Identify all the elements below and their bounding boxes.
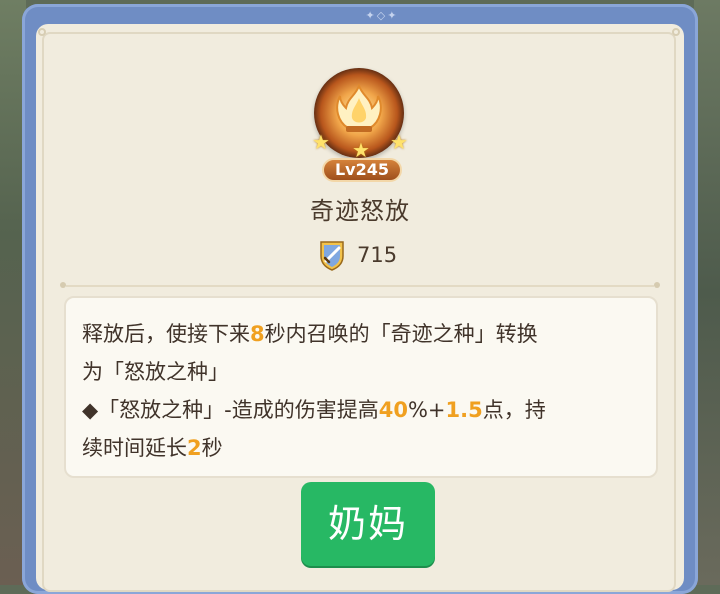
description-line: 释放后，使接下来8秒内召唤的「奇迹之种」转换 <box>82 322 538 346</box>
diamond-ornament-icon: ✦◇✦ <box>365 9 399 22</box>
star-icon: ★ <box>352 138 370 162</box>
level-badge: Lv245 <box>322 158 402 182</box>
skill-name: 奇迹怒放 <box>310 197 410 225</box>
corner-ornament-tl <box>38 28 46 36</box>
star-icon: ★ <box>312 130 330 154</box>
skill-description: 释放后，使接下来8秒内召唤的「奇迹之种」转换 为「怒放之种」 ◆「怒放之种」-造… <box>64 296 658 478</box>
description-line: 续时间延长2秒 <box>82 436 223 460</box>
description-line: 为「怒放之种」 <box>82 360 229 384</box>
flame-lotus-glyph <box>336 83 382 132</box>
star-icon: ★ <box>390 130 408 154</box>
nurse-button[interactable]: 奶妈 <box>301 482 435 566</box>
power-value: 715 <box>357 243 398 267</box>
corner-ornament-tr <box>672 28 680 36</box>
section-divider <box>60 282 660 288</box>
sword-shield-icon <box>320 241 344 271</box>
power-row: 715 <box>315 237 397 273</box>
description-line: ◆「怒放之种」-造成的伤害提高40%+1.5点，持 <box>82 398 546 422</box>
